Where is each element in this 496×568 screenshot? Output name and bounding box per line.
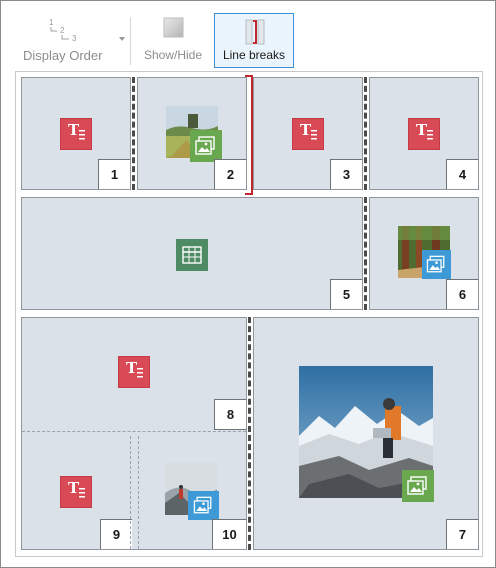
line-break-marker[interactable]: [132, 77, 135, 190]
cell-number: 4: [446, 159, 478, 189]
svg-text:3: 3: [72, 34, 77, 43]
line-break-marker[interactable]: [248, 317, 251, 550]
line-breaks-label: Line breaks: [222, 48, 286, 62]
layout-cell-2[interactable]: 2: [137, 77, 247, 190]
cell-number: 10: [212, 519, 246, 549]
layout-cell-5[interactable]: 5: [21, 197, 363, 310]
show-hide-icon: [163, 17, 184, 38]
layout-cell-9[interactable]: T 9: [22, 436, 132, 549]
text-content-icon: T: [60, 118, 92, 150]
cell-number: 8: [214, 399, 246, 430]
image-content-icon: [402, 470, 434, 502]
text-content-icon: T: [408, 118, 440, 150]
window-frame: 1 2 3 Display Order Show/Hide Line break…: [0, 0, 496, 568]
cell-number: 1: [98, 159, 130, 189]
image-content-icon: [188, 491, 219, 520]
layout-cell-3[interactable]: T 3: [253, 77, 363, 190]
layout-cell-7[interactable]: 7: [253, 317, 479, 550]
svg-text:1: 1: [49, 18, 54, 27]
layout-cell-group-8-9-10: T 8 T 9 10: [21, 317, 247, 550]
layout-cell-1[interactable]: T 1: [21, 77, 131, 190]
display-order-label: Display Order: [23, 48, 103, 63]
cell-divider: [130, 436, 131, 549]
cell-divider: [22, 431, 246, 432]
display-order-icon: 1 2 3: [49, 18, 77, 43]
cell-number: 3: [330, 159, 362, 189]
toolbar-separator: [130, 17, 131, 65]
cell-number: 2: [214, 159, 246, 189]
line-breaks-icon: [245, 19, 265, 45]
line-break-marker[interactable]: [364, 197, 367, 310]
table-content-icon: [176, 239, 208, 271]
cell-number: 7: [446, 519, 478, 549]
image-content-icon: [422, 250, 451, 279]
cell-number: 5: [330, 279, 362, 309]
text-content-icon: T: [118, 356, 150, 388]
cell-number: 9: [100, 519, 132, 549]
cell-number: 6: [446, 279, 478, 309]
layout-cell-8[interactable]: T 8: [22, 318, 246, 430]
line-break-marker-selected[interactable]: [245, 75, 253, 195]
layout-cell-10[interactable]: 10: [138, 436, 246, 549]
show-hide-label: Show/Hide: [144, 48, 203, 62]
chevron-down-icon[interactable]: [119, 37, 125, 41]
text-content-icon: T: [60, 476, 92, 508]
line-breaks-button[interactable]: Line breaks: [214, 13, 294, 68]
layout-cell-6[interactable]: 6: [369, 197, 479, 310]
layout-cell-4[interactable]: T 4: [369, 77, 479, 190]
line-break-marker[interactable]: [364, 77, 367, 190]
layout-canvas: T 1 2 T 3 T 4 5 6 T 8 T 9 10 7: [15, 71, 483, 557]
svg-text:2: 2: [60, 26, 65, 35]
image-content-icon: [190, 130, 222, 162]
text-content-icon: T: [292, 118, 324, 150]
